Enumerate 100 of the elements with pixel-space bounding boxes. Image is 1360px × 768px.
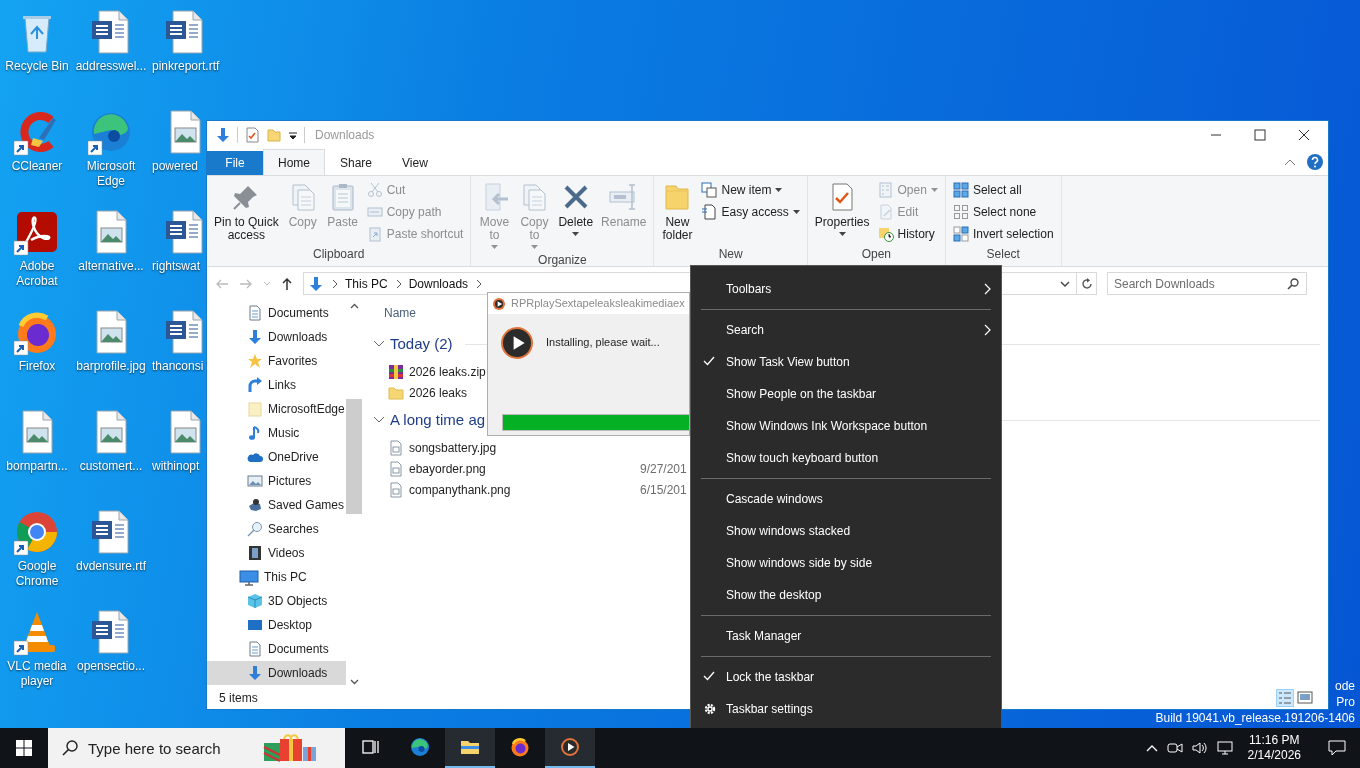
clock-time[interactable]: 11:16 PM <box>1249 733 1300 748</box>
stacked-squares-icon <box>701 182 718 198</box>
ribbon-button[interactable]: History <box>874 223 941 245</box>
status-text: 5 items <box>219 690 258 707</box>
menu-item[interactable]: Search <box>691 314 1001 346</box>
os-build-text: ode <box>1334 678 1355 694</box>
ribbon-button[interactable]: Select all <box>949 179 1057 201</box>
speaker-icon[interactable] <box>1191 740 1208 756</box>
file-tab[interactable]: File <box>207 151 263 175</box>
nav-item[interactable]: 3D Objects <box>207 589 346 613</box>
taskbar-button[interactable] <box>545 728 595 768</box>
caret-icon <box>490 245 498 249</box>
group-label: Select <box>985 246 1021 263</box>
group-header[interactable]: A long time ag <box>390 408 486 432</box>
image-file-icon <box>388 439 404 456</box>
download-arrow-icon <box>308 275 324 292</box>
search-field[interactable]: Search Downloads <box>1107 272 1307 295</box>
scroll-up-icon[interactable] <box>349 303 359 309</box>
nav-item[interactable]: Saved Games <box>207 493 346 517</box>
checked-page-icon[interactable] <box>244 127 260 143</box>
ribbon-button[interactable]: Pin to Quick access <box>211 179 282 245</box>
chevron-down-icon[interactable] <box>1060 280 1070 287</box>
swirl-icon <box>410 737 430 757</box>
search-field[interactable]: Type here to search <box>48 728 345 768</box>
chevron-down-icon[interactable] <box>372 415 386 425</box>
menu-item[interactable]: Show touch keyboard button <box>691 442 1001 474</box>
ribbon-tab[interactable]: Home <box>263 149 325 175</box>
document-icon <box>247 305 263 321</box>
ribbon-button[interactable]: Easy access <box>698 201 803 223</box>
icon-label: addresswel... <box>75 59 147 74</box>
ribbon-button[interactable]: Properties <box>811 179 873 245</box>
menu-item[interactable]: Show Task View button <box>691 346 1001 378</box>
ribbon-button[interactable]: Invert selection <box>949 223 1057 245</box>
nav-item[interactable]: Music <box>207 421 346 445</box>
ribbon-button[interactable]: Select none <box>949 201 1057 223</box>
icon-label: withinopt <box>151 459 200 474</box>
nav-item[interactable]: OneDrive <box>207 445 346 469</box>
clock-date[interactable]: 2/14/2026 <box>1247 748 1301 763</box>
gift-icon[interactable] <box>262 733 318 763</box>
help-icon[interactable] <box>1306 153 1324 171</box>
refresh-icon[interactable] <box>1080 277 1093 290</box>
taskbar-button[interactable] <box>445 728 495 768</box>
nav-item[interactable]: Links <box>207 373 346 397</box>
picture-icon <box>247 473 263 489</box>
up-arrow-icon[interactable] <box>281 276 293 291</box>
menu-item[interactable]: Show windows side by side <box>691 547 1001 579</box>
file-name[interactable]: companythank.png <box>409 480 635 499</box>
scrollbar-thumb[interactable] <box>346 399 362 514</box>
menu-item[interactable]: Cascade windows <box>691 483 1001 515</box>
nav-item[interactable]: Pictures <box>207 469 346 493</box>
nav-item[interactable]: This PC <box>207 565 346 589</box>
nav-item[interactable]: Documents <box>207 301 346 325</box>
nav-item[interactable]: Favorites <box>207 349 346 373</box>
menu-item[interactable]: Taskbar settings <box>691 693 1001 725</box>
file-name[interactable]: ebayorder.png <box>409 459 635 478</box>
menu-item[interactable]: Show windows stacked <box>691 515 1001 547</box>
camera-icon[interactable] <box>1166 740 1183 756</box>
breadcrumb[interactable]: Downloads <box>408 274 469 293</box>
menu-item[interactable]: Show the desktop <box>691 579 1001 611</box>
menu-item[interactable]: Task Manager <box>691 620 1001 652</box>
nav-item[interactable]: Videos <box>207 541 346 565</box>
menu-item[interactable]: Show People on the taskbar <box>691 378 1001 410</box>
download-arrow-icon[interactable] <box>215 127 231 143</box>
nav-item[interactable]: Downloads <box>207 325 346 349</box>
window-title: Downloads <box>315 127 375 144</box>
nav-item[interactable]: Documents <box>207 637 346 661</box>
column-header[interactable]: Name <box>384 304 416 322</box>
ribbon-button[interactable]: New item <box>698 179 803 201</box>
maximize-icon[interactable] <box>1254 129 1266 141</box>
nav-item[interactable]: Desktop <box>207 613 346 637</box>
ribbon-tab[interactable]: Share <box>325 149 388 175</box>
breadcrumb[interactable]: This PC <box>345 274 388 293</box>
menu-item[interactable]: Toolbars <box>691 273 1001 305</box>
chevron-down-icon[interactable] <box>372 339 386 349</box>
nav-item[interactable]: MicrosoftEdge <box>207 397 346 421</box>
group-label: New <box>717 246 744 263</box>
curved-arrow-icon <box>247 377 263 393</box>
menu-item[interactable]: Show Windows Ink Workspace button <box>691 410 1001 442</box>
nav-item[interactable]: Searches <box>207 517 346 541</box>
chevron-right-icon <box>331 278 338 289</box>
ribbon-tab[interactable]: View <box>387 149 443 175</box>
group-label: Clipboard <box>312 246 366 263</box>
ribbon-button[interactable]: Delete <box>555 179 597 251</box>
nav-item[interactable]: Downloads <box>207 661 346 685</box>
scroll-down-icon[interactable] <box>349 679 359 685</box>
menu-item[interactable]: Lock the taskbar <box>691 661 1001 693</box>
notifications-icon[interactable] <box>1328 740 1346 756</box>
start-icon[interactable] <box>16 740 32 756</box>
chevron-right-icon <box>984 283 991 295</box>
download-arrow-icon <box>247 329 263 345</box>
group-header[interactable]: Today (2) <box>390 332 453 356</box>
file-name[interactable]: songsbattery.jpg <box>409 438 635 457</box>
computer-icon <box>239 568 259 586</box>
date-cell-text: 6/15/201 <box>640 481 687 499</box>
monitor-icon[interactable] <box>1216 740 1233 756</box>
close-icon[interactable] <box>1298 129 1310 141</box>
large-icons-view-icon[interactable] <box>1296 689 1314 707</box>
ribbon-button[interactable]: New folder <box>658 179 697 245</box>
page-icon <box>701 204 718 220</box>
caret-icon <box>775 188 783 192</box>
